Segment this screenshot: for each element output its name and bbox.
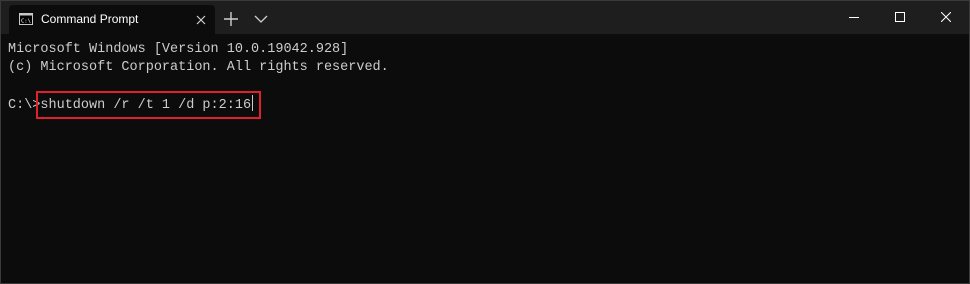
copyright-line: (c) Microsoft Corporation. All rights re… bbox=[8, 60, 389, 75]
tab-close-icon[interactable] bbox=[195, 13, 207, 25]
chevron-down-icon[interactable] bbox=[251, 9, 271, 29]
version-line: Microsoft Windows [Version 10.0.19042.92… bbox=[8, 42, 349, 57]
text-cursor bbox=[252, 95, 254, 111]
maximize-icon[interactable] bbox=[877, 1, 923, 34]
console-output[interactable]: Microsoft Windows [Version 10.0.19042.92… bbox=[1, 34, 969, 283]
window-close-icon[interactable] bbox=[923, 1, 969, 34]
command-line[interactable]: C:\>shutdown /r /t 1 /d p:2:16 bbox=[8, 91, 262, 119]
highlighted-command: shutdown /r /t 1 /d p:2:16 bbox=[36, 91, 262, 119]
scrollbar[interactable] bbox=[961, 40, 967, 276]
prompt: C:\> bbox=[8, 98, 41, 113]
tab-command-prompt[interactable]: C:\ Command Prompt bbox=[9, 5, 215, 34]
minimize-icon[interactable] bbox=[831, 1, 877, 34]
terminal-window: C:\ Command Prompt Microsoft Windows [Ve… bbox=[0, 0, 970, 284]
svg-text:C:\: C:\ bbox=[21, 19, 31, 25]
new-tab-plus-icon[interactable] bbox=[221, 9, 241, 29]
cmd-icon: C:\ bbox=[19, 12, 33, 26]
title-bar[interactable]: C:\ Command Prompt bbox=[1, 1, 969, 34]
tab-title: Command Prompt bbox=[41, 12, 139, 26]
command-text: shutdown /r /t 1 /d p:2:16 bbox=[40, 98, 252, 113]
